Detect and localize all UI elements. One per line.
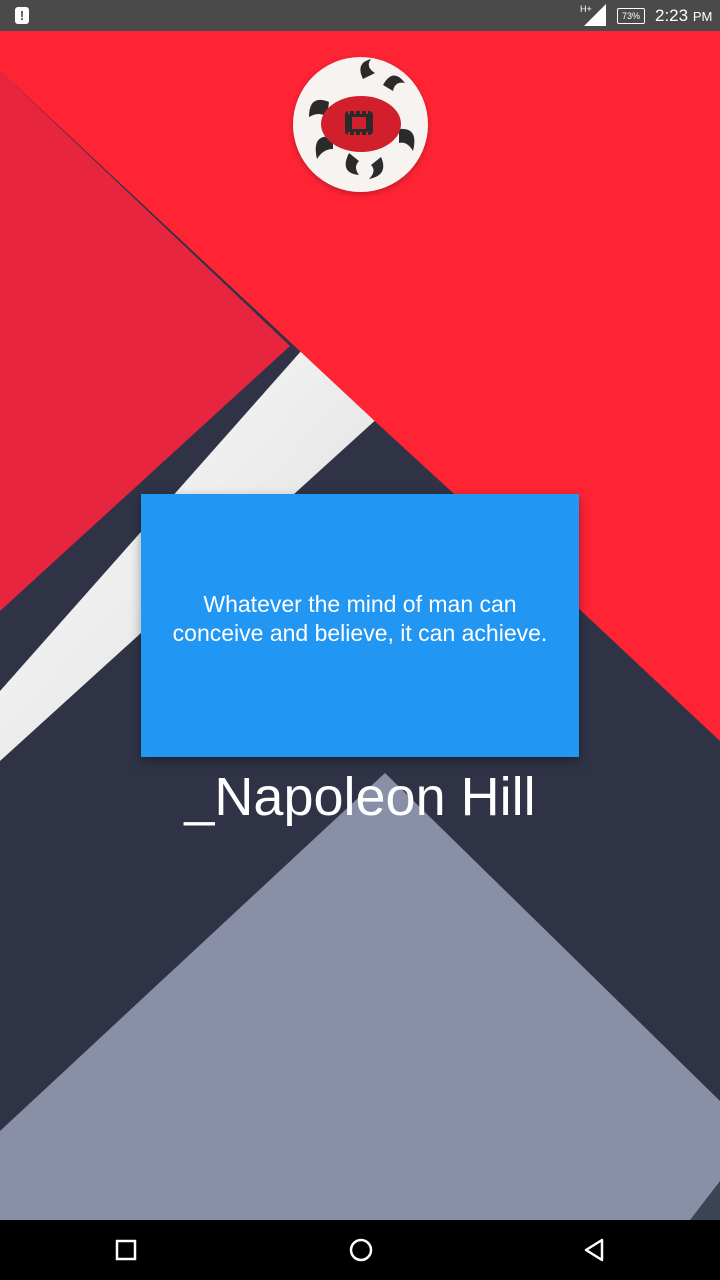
app-logo [293,57,428,192]
clock-suffix: PM [692,9,713,24]
back-triangle-icon[interactable] [580,1235,610,1265]
status-bar: ! H+ 73% 2:23 PM [0,0,720,31]
navigation-bar [0,1220,720,1280]
signal-icon: H+ [580,4,606,26]
home-circle-icon[interactable] [346,1235,376,1265]
crab-logo-icon [309,59,415,179]
quote-author: _Napoleon Hill [184,767,536,827]
alert-icon: ! [15,7,29,24]
quote-text: Whatever the mind of man can conceive an… [172,590,548,646]
recent-apps-square-icon[interactable] [111,1235,141,1265]
clock: 2:23 PM [655,6,712,26]
quote-card: Whatever the mind of man can conceive an… [141,494,579,757]
clock-time: 2:23 [655,6,689,25]
battery-icon: 73% [617,8,645,24]
network-type-label: H+ [580,4,592,14]
